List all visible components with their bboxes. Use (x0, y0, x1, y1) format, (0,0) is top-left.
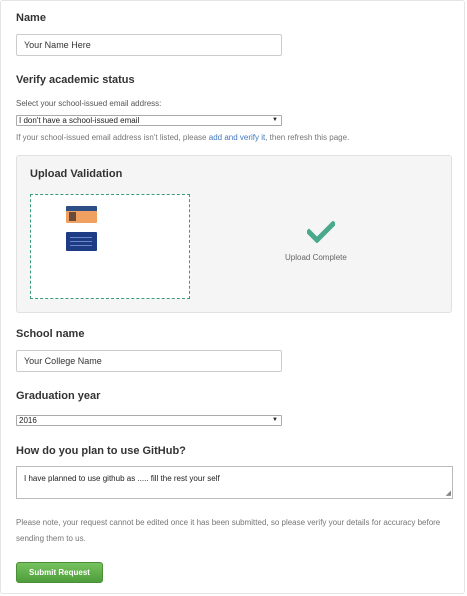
resize-handle-icon[interactable]: ◢ (446, 490, 451, 497)
graduation-year-value: 2016 (19, 416, 37, 425)
email-select-label: Select your school-issued email address: (16, 99, 162, 108)
file-thumbnail-id-card-back[interactable] (66, 232, 97, 251)
verify-academic-status-label: Verify academic status (16, 74, 135, 86)
card-line (70, 237, 92, 238)
email-hint-text: If your school-issued email address isn'… (16, 133, 207, 142)
graduation-year-select[interactable]: 2016 ▼ (16, 415, 282, 426)
file-thumbnail-id-card-front[interactable] (66, 206, 97, 223)
submit-request-button[interactable]: Submit Request (16, 562, 103, 583)
github-usage-textarea[interactable]: I have planned to use github as ..... fi… (16, 466, 453, 499)
school-name-input[interactable] (16, 350, 282, 372)
dropdown-arrow-icon: ▼ (272, 117, 278, 123)
upload-validation-panel: Upload Validation Upload Complete (16, 155, 452, 313)
dropdown-arrow-icon: ▼ (272, 417, 278, 423)
github-usage-text: I have planned to use github as ..... fi… (24, 474, 220, 483)
submission-note: Please note, your request cannot be edit… (16, 518, 441, 543)
school-name-label: School name (16, 328, 85, 340)
name-label: Name (16, 12, 46, 24)
school-email-select[interactable]: I don't have a school-issued email ▼ (16, 115, 282, 126)
id-card-photo (69, 212, 76, 221)
card-line (70, 241, 92, 242)
upload-validation-title: Upload Validation (30, 168, 123, 180)
education-request-form: Name Verify academic status Select your … (0, 0, 465, 594)
id-card-header (66, 206, 97, 211)
upload-dropzone[interactable] (30, 194, 190, 299)
email-hint-text-end: , then refresh this page. (265, 133, 350, 142)
upload-status-text: Upload Complete (285, 253, 347, 262)
email-hint: If your school-issued email address isn'… (16, 133, 349, 142)
github-usage-label: How do you plan to use GitHub? (16, 445, 186, 457)
add-and-verify-email-link[interactable]: add and verify it (209, 133, 265, 142)
card-line (70, 245, 92, 246)
checkmark-icon (307, 221, 335, 243)
graduation-year-label: Graduation year (16, 390, 101, 402)
school-email-select-value: I don't have a school-issued email (19, 116, 140, 125)
name-input[interactable] (16, 34, 282, 56)
